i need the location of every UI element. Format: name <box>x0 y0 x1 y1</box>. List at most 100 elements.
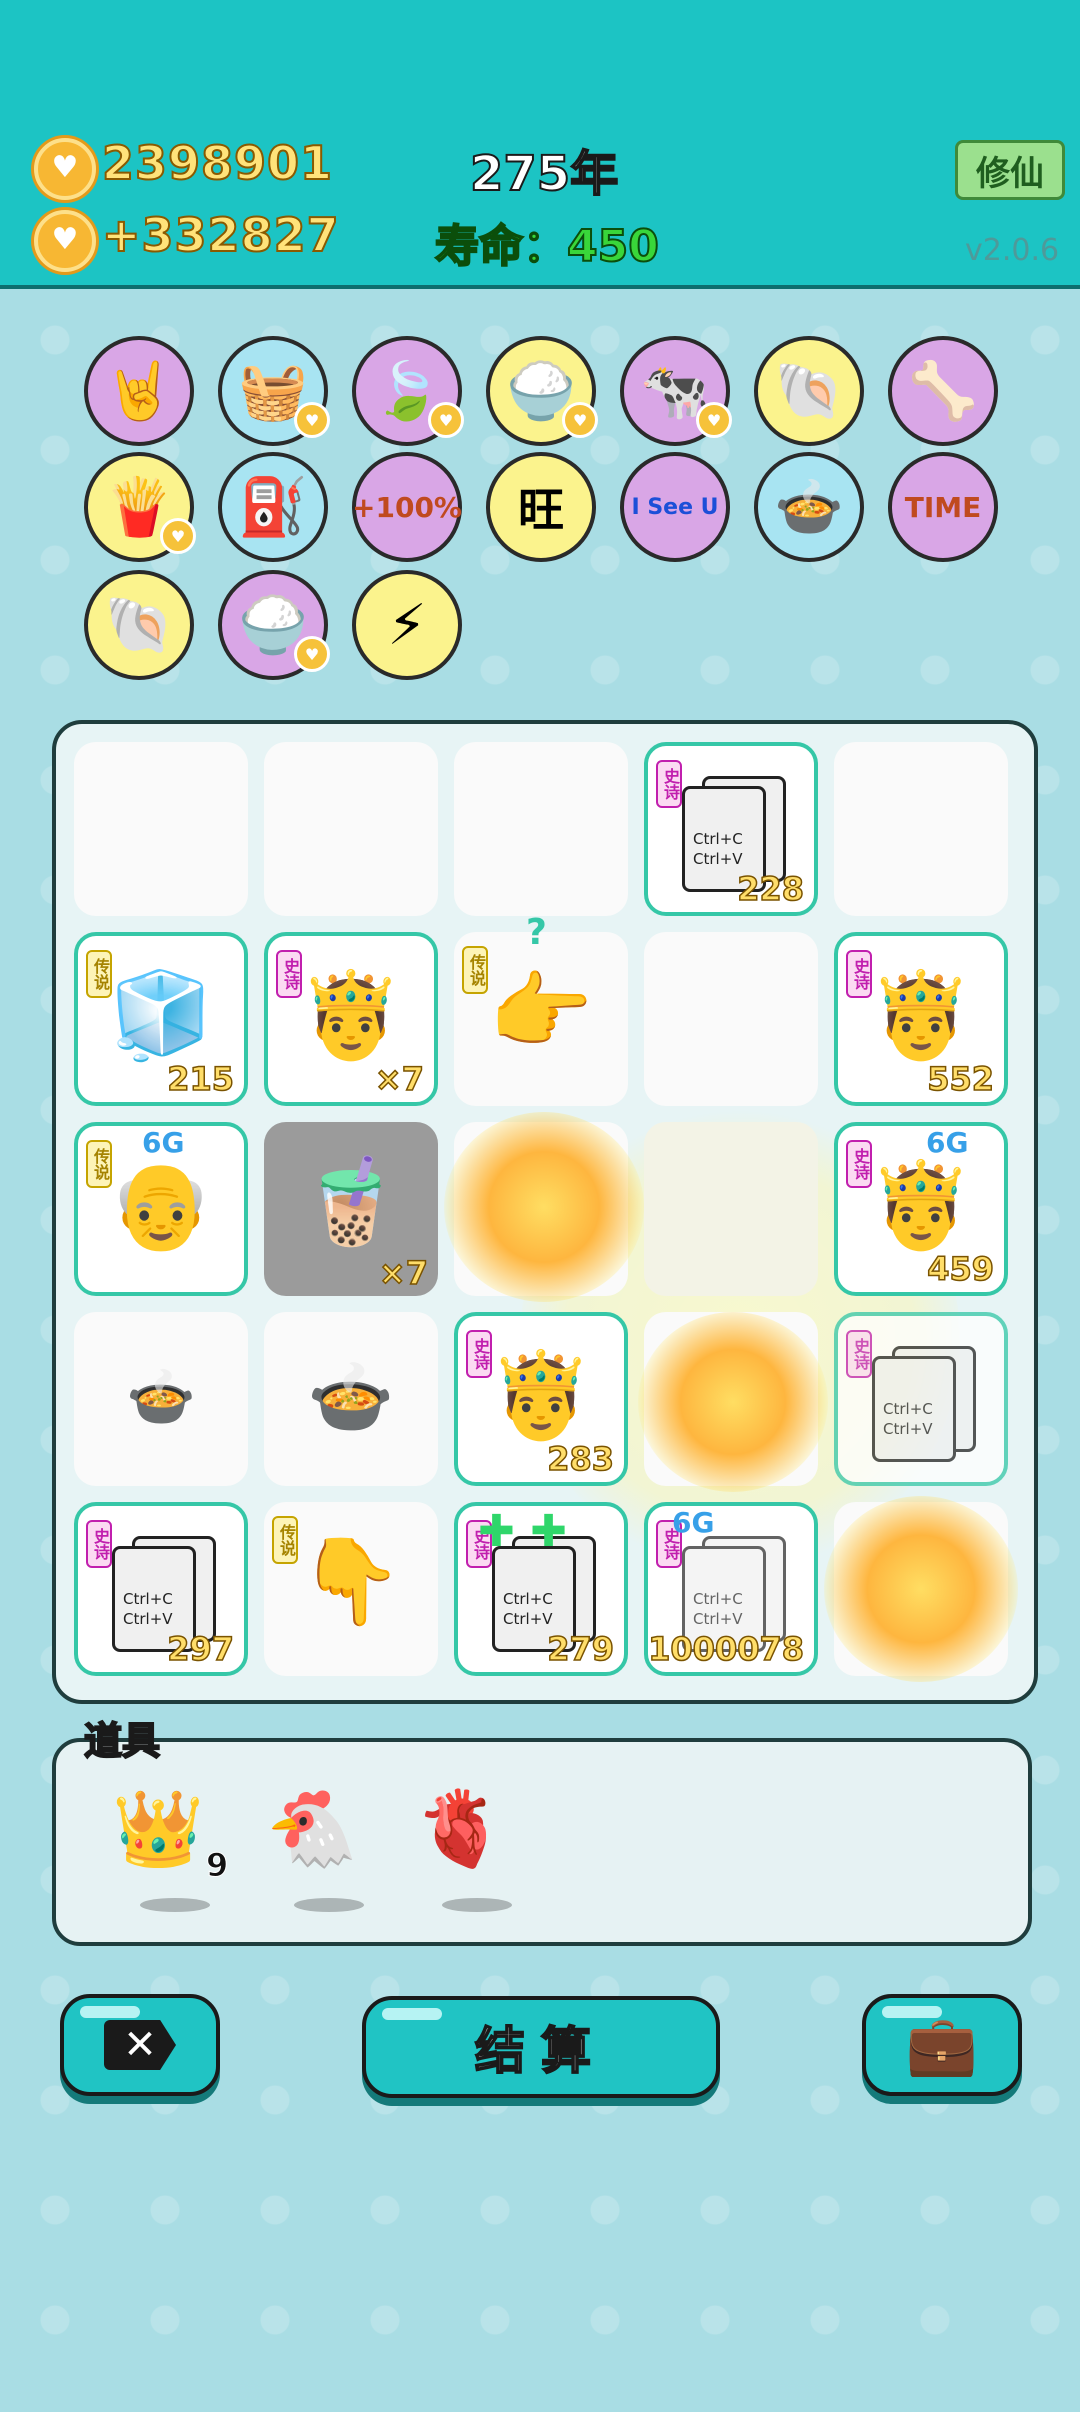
sparkle-plus-icon: ✚ ✚ <box>478 1506 568 1557</box>
explosion-effect <box>638 1312 828 1492</box>
upgrade-leaf-icon[interactable]: 🍃 ♥ <box>352 336 464 446</box>
board-cell-pointing-hand[interactable]: 传说 ? 👉 <box>454 912 628 1106</box>
wang-tiles-icon: 旺 <box>518 483 564 537</box>
explosion-effect <box>824 1496 1018 1682</box>
bubble-tea-icon: 🧋 <box>298 1152 404 1250</box>
heart-badge-icon: ♥ <box>294 402 330 438</box>
board-cell-king-face[interactable]: 史诗 🤴 552 <box>834 932 1008 1106</box>
cell-value: 215 <box>166 1059 234 1099</box>
board-cell-empty[interactable] <box>644 1122 818 1296</box>
close-button[interactable]: ✕ <box>60 1994 220 2096</box>
upgrade-dog-bowl-icon[interactable]: 🦴 <box>888 336 998 446</box>
cell-multiplier: ×7 <box>378 1253 429 1293</box>
explosion-effect <box>444 1112 644 1302</box>
pump-icon: ⛽ <box>238 475 308 540</box>
year-counter: 275年 <box>469 145 619 203</box>
6g-badge: 6G <box>926 1126 969 1159</box>
board-cell-king-face[interactable]: 史诗 🤴 ×7 <box>264 932 438 1106</box>
pointing-down-hand-icon: 👇 <box>298 1532 404 1630</box>
pressure-cooker-icon: 🍲 <box>307 1356 395 1438</box>
board-cell-empty[interactable] <box>454 742 628 916</box>
board-cell-pointing-hand[interactable]: 传说 👇 <box>264 1502 438 1676</box>
board-cell-pot[interactable]: 🍲 <box>74 1312 248 1486</box>
board-cell-copy-paste[interactable]: 史诗 Ctrl+C Ctrl+V 297 <box>74 1502 248 1676</box>
heart-badge-icon: ♥ <box>562 402 598 438</box>
board-cell-empty[interactable] <box>264 742 438 916</box>
board-cell-bubble-tea[interactable]: 🧋 ×7 <box>264 1122 438 1296</box>
pressure-cooker-icon: 🍲 <box>126 1365 196 1430</box>
prop-shadow <box>294 1898 364 1912</box>
cell-value: 459 <box>926 1249 994 1289</box>
upgrade-fruit-basket-icon[interactable]: 🧺 ♥ <box>218 336 330 446</box>
board-cell-pot[interactable]: 🍲 <box>264 1312 438 1486</box>
version-label: v2.0.6 <box>965 233 1060 268</box>
prop-item[interactable]: 👑 9 <box>112 1786 229 1885</box>
prop-item[interactable]: 🫀 <box>414 1786 506 1873</box>
shell-icon: 🐚 <box>774 359 844 424</box>
board-cell-copy-paste[interactable]: 史诗 Ctrl+C Ctrl+V <box>834 1312 1008 1486</box>
fridge-icon: 🧊 <box>108 966 214 1064</box>
board-cell-old-man[interactable]: 传说 6G 👴 <box>74 1122 248 1296</box>
time-magazine-icon: TIME <box>904 490 982 524</box>
6g-badge: 6G <box>672 1506 715 1539</box>
upgrade-shell-icon[interactable]: 🐚 <box>754 336 864 446</box>
board-cell-copy-paste[interactable]: 史诗 Ctrl+C Ctrl+V ✚ ✚ 279 <box>454 1502 628 1676</box>
crowned-face-icon: 🤴 <box>488 1346 594 1444</box>
question-mark: ? <box>526 912 547 953</box>
briefcase-icon: 💼 <box>905 2010 979 2079</box>
board-cell-king-face[interactable]: 史诗 6G 🤴 459 <box>834 1122 1008 1296</box>
cell-value: 279 <box>546 1629 614 1669</box>
board-cell-king-face[interactable]: 史诗 🤴 283 <box>454 1312 628 1486</box>
upgrade-lightning-icon[interactable]: ⚡ <box>352 570 462 680</box>
board-cell-exploding[interactable] <box>638 1312 828 1492</box>
6g-badge: 6G <box>142 1126 185 1159</box>
rarity-tag-epic: 史诗 <box>86 1520 112 1568</box>
heart-badge-icon: ♥ <box>294 636 330 672</box>
board-cell-fridge[interactable]: 传说 🧊 215 <box>74 932 248 1106</box>
rarity-tag-epic: 史诗 <box>846 1330 872 1378</box>
upgrade-i-see-u-icon[interactable]: I See U <box>620 452 730 562</box>
prop-shadow <box>140 1898 210 1912</box>
chicken-icon: 🐔 <box>266 1786 359 1872</box>
upgrade-time-magazine-icon[interactable]: TIME <box>888 452 998 562</box>
pressure-cooker-icon: 🍲 <box>774 475 844 540</box>
cultivate-button[interactable]: 修仙 <box>955 140 1065 200</box>
board-cell-copy-paste[interactable]: 史诗 6G Ctrl+C Ctrl+V 1000078 <box>644 1502 818 1676</box>
prop-item[interactable]: 🐔 <box>266 1786 358 1873</box>
cell-value: 1000078 <box>647 1629 804 1669</box>
upgrade-fries-icon[interactable]: 🍟 ♥ <box>84 452 196 562</box>
upgrade-rice-bowl-icon[interactable]: 🍚 ♥ <box>218 570 330 680</box>
upgrade-pressure-cooker-icon[interactable]: 🍲 <box>754 452 864 562</box>
cell-value: 283 <box>546 1439 614 1479</box>
cell-value: 228 <box>736 869 804 909</box>
settle-button[interactable]: 结算 <box>362 1996 720 2098</box>
lightning-icon: ⚡ <box>387 592 427 658</box>
rarity-tag-epic: 史诗 <box>656 760 682 808</box>
settle-label: 结算 <box>474 2021 607 2081</box>
prop-count: 9 <box>205 1846 229 1885</box>
crowned-face-icon: 🤴 <box>868 966 974 1064</box>
crowned-face-icon: 🤴 <box>298 966 404 1064</box>
upgrade-cow-people-icon[interactable]: 🐄 ♥ <box>620 336 732 446</box>
heart-badge-icon: ♥ <box>696 402 732 438</box>
rock-hand-icon: 🤘 <box>104 359 174 424</box>
briefcase-button[interactable]: 💼 <box>862 1994 1022 2096</box>
coin-total: 2398901 <box>101 135 334 191</box>
board-cell-empty[interactable] <box>644 932 818 1106</box>
board-cell-copy-paste[interactable]: 史诗 Ctrl+C Ctrl+V 228 <box>644 742 818 916</box>
board-cell-exploding[interactable] <box>444 1112 644 1302</box>
liver-icon: 🫀 <box>414 1786 507 1872</box>
upgrade-wang-tiles-icon[interactable]: 旺 <box>486 452 596 562</box>
upgrade-shell-icon[interactable]: 🐚 <box>84 570 194 680</box>
board-cell-empty[interactable] <box>74 742 248 916</box>
upgrade-rice-bowl-icon[interactable]: 🍚 ♥ <box>486 336 598 446</box>
upgrade-pump-icon[interactable]: ⛽ <box>218 452 328 562</box>
heart-badge-icon: ♥ <box>160 518 196 554</box>
board-cell-exploding[interactable] <box>824 1496 1018 1682</box>
lifespan-label: 寿命： <box>434 220 568 273</box>
upgrade-rock-hand-icon[interactable]: 🤘 <box>84 336 194 446</box>
heart-badge-icon: ♥ <box>428 402 464 438</box>
upgrade-bubble-tea-icon[interactable]: +100% <box>352 452 462 562</box>
cell-value: 297 <box>166 1629 234 1669</box>
board-cell-empty[interactable] <box>834 742 1008 916</box>
